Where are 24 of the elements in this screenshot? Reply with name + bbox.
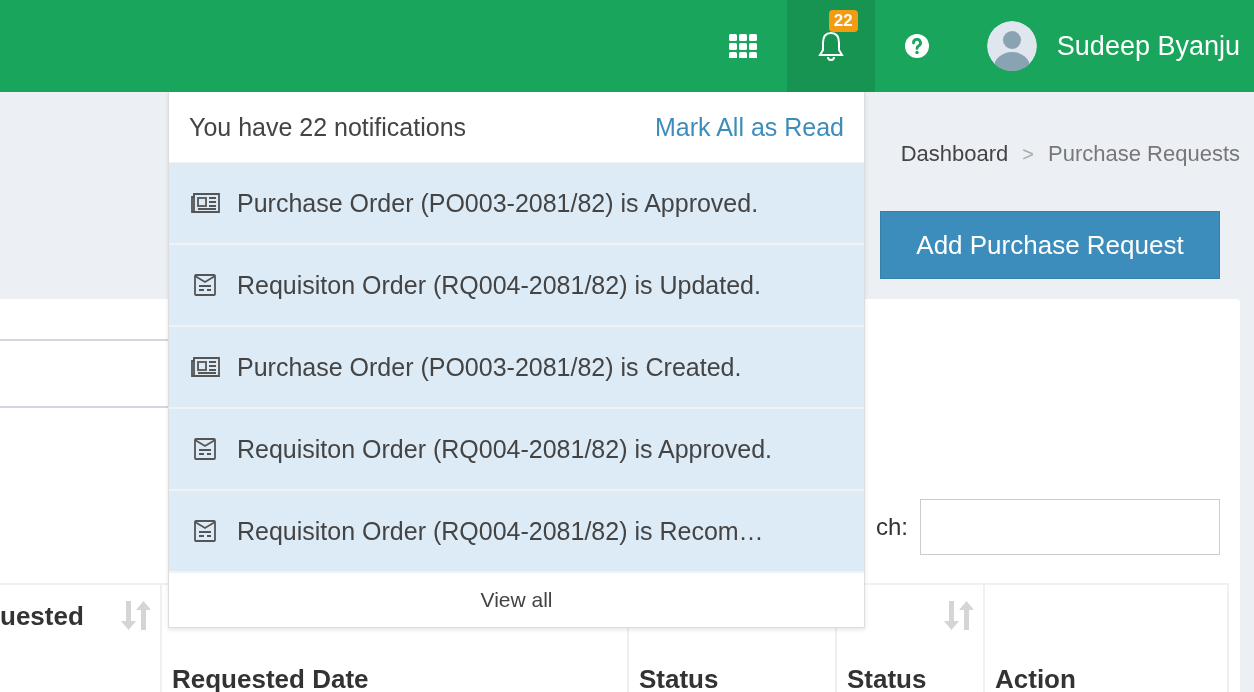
- notifications-title: You have 22 notifications: [189, 112, 467, 142]
- help-icon[interactable]: [903, 33, 930, 59]
- breadcrumb-separator: >: [1022, 142, 1034, 166]
- column-header[interactable]: uested: [0, 585, 162, 692]
- bell-icon[interactable]: [816, 30, 845, 62]
- add-purchase-request-button[interactable]: Add Purchase Request: [880, 211, 1220, 279]
- newspaper-icon: [189, 356, 221, 378]
- notification-item[interactable]: Requisiton Order (RQ004-2081/82) is Approved.: [169, 409, 864, 491]
- search-label: ch:: [876, 513, 908, 541]
- newspaper-icon: [189, 192, 221, 214]
- notification-item[interactable]: Purchase Order (PO003-2081/82) is Approved.: [169, 163, 864, 245]
- search-field[interactable]: [920, 499, 1220, 555]
- sort-icon[interactable]: [943, 599, 973, 631]
- view-all-link[interactable]: View all: [169, 573, 864, 627]
- avatar-icon[interactable]: [986, 21, 1037, 71]
- sort-icon[interactable]: [120, 599, 150, 631]
- notification-item[interactable]: Requisiton Order (RQ004-2081/82) is Recom…: [169, 491, 864, 573]
- breadcrumb-item[interactable]: Dashboard: [900, 141, 1009, 167]
- breadcrumb-item: Purchase Requests: [1048, 141, 1240, 167]
- notification-count-badge: 22: [828, 10, 858, 32]
- column-header[interactable]: Action: [985, 585, 1229, 692]
- notification-item[interactable]: Requisiton Order (RQ004-2081/82) is Updated.: [169, 245, 864, 327]
- mark-all-read-link[interactable]: Mark All as Read: [655, 112, 844, 142]
- notification-item[interactable]: Purchase Order (PO003-2081/82) is Created.: [169, 327, 864, 409]
